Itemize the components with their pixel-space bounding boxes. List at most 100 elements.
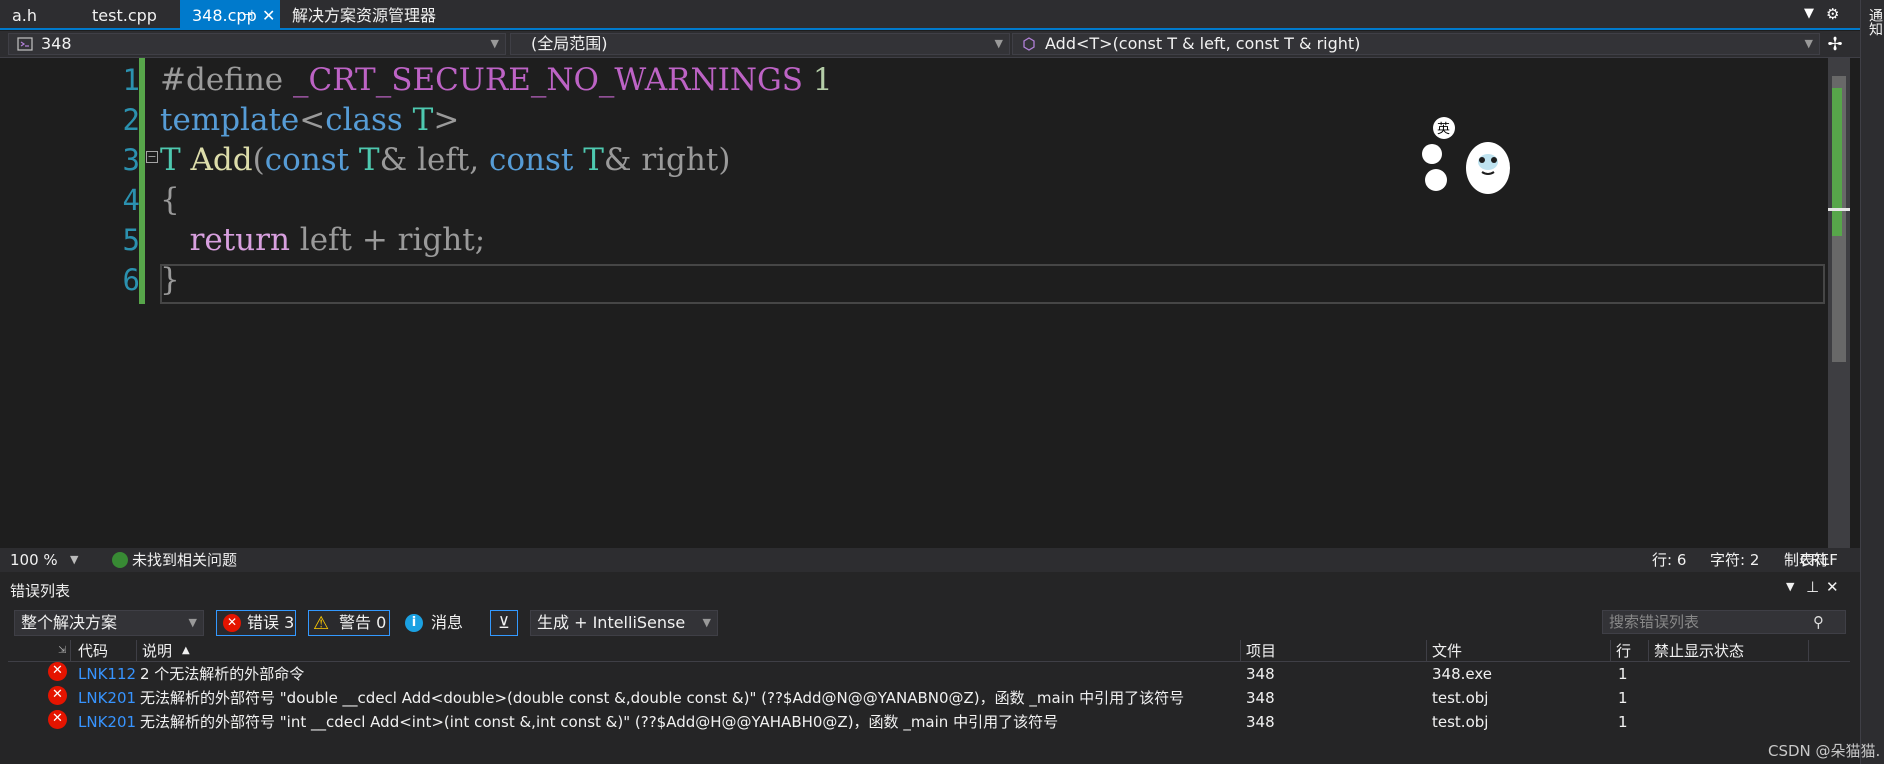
token: T [349, 142, 380, 178]
sort-ascending-icon: ▲ [182, 645, 190, 656]
errors-filter-button[interactable]: ✕ 错误 3 [216, 610, 296, 636]
line-number: 1 [122, 63, 140, 97]
error-code[interactable]: LNK2019 [78, 686, 136, 710]
warning-icon: ⚠ [313, 613, 330, 634]
tab-348-cpp[interactable]: 348.cpp ⊣ ✕ [180, 0, 280, 30]
code-line-6: } [160, 260, 180, 300]
change-overview [1832, 88, 1842, 236]
token: & [603, 142, 642, 178]
error-row[interactable]: ✕ LNK2019 无法解析的外部符号 "int __cdecl Add<int… [8, 710, 1850, 734]
error-project: 348 [1246, 689, 1275, 707]
error-code[interactable]: LNK1120 [78, 662, 136, 686]
info-icon: i [405, 614, 423, 632]
editor-status-bar: 100 % ▼ 未找到相关问题 行: 6 字符: 2 制表符 [0, 548, 1860, 572]
line-indicator: 行: 6 [1652, 551, 1687, 569]
token: _CRT_SECURE_NO_WARNINGS [293, 62, 803, 98]
error-list-panel: 错误列表 ▼ ⊥ ✕ 整个解决方案 ▼ ✕ 错误 3 ⚠ 警告 0 i 消息 0… [0, 572, 1860, 764]
line-number: 5 [122, 223, 140, 257]
error-list-toolbar: 整个解决方案 ▼ ✕ 错误 3 ⚠ 警告 0 i 消息 0 ⊻ 生成 + Int… [0, 606, 1860, 656]
split-window-icon[interactable]: ✢ [1822, 34, 1848, 56]
zoom-level[interactable]: 100 % [10, 548, 58, 572]
tab-solution-explorer[interactable]: 解决方案资源管理器 [280, 0, 460, 30]
error-list-header: 错误列表 ▼ ⊥ ✕ [0, 578, 1860, 602]
code-line-4: { [160, 180, 180, 220]
eol-indicator[interactable]: CRLF [1800, 548, 1838, 572]
token: right [397, 222, 475, 258]
column-description[interactable]: 说明 [142, 640, 172, 662]
chevron-down-icon[interactable]: ▼ [70, 548, 78, 572]
line-number: 3 [122, 143, 140, 177]
scope-name: (全局范围) [531, 34, 608, 53]
pin-icon[interactable]: ⊥ [1806, 578, 1819, 596]
close-icon[interactable]: ✕ [1826, 578, 1839, 596]
sticker-badge: 英 [1437, 122, 1450, 137]
error-line: 1 [1618, 689, 1628, 707]
token: { [160, 182, 180, 218]
token: const [264, 142, 350, 178]
error-line: 1 [1618, 665, 1628, 683]
column-suppression[interactable]: 禁止显示状态 [1654, 640, 1744, 662]
scope-filter-dropdown[interactable]: 整个解决方案 ▼ [14, 610, 204, 636]
error-project: 348 [1246, 713, 1275, 731]
search-icon[interactable]: ⚲ [1813, 611, 1824, 633]
filter-icon[interactable]: ⊻ [490, 610, 518, 636]
project-icon [17, 37, 33, 51]
token: class [325, 102, 403, 138]
panel-title: 错误列表 [10, 582, 71, 600]
change-tracking-bar [139, 58, 145, 304]
close-icon[interactable]: ✕ [262, 0, 275, 32]
token: T [573, 142, 604, 178]
column-line[interactable]: 行 [1616, 640, 1631, 662]
tab-label: test.cpp [92, 6, 157, 25]
token: #define [160, 62, 294, 98]
sort-icon[interactable]: ⇲ [58, 640, 66, 662]
error-list-column-header: ⇲ 代码 说明 ▲ 项目 文件 行 禁止显示状态 [8, 640, 1850, 662]
error-row[interactable]: ✕ LNK1120 2 个无法解析的外部命令 348 348.exe 1 [8, 662, 1850, 686]
document-tab-bar: a.h test.cpp 348.cpp ⊣ ✕ 解决方案资源管理器 ▼ ⚙ [0, 0, 1860, 30]
chevron-down-icon: ▼ [188, 616, 197, 629]
scope-filter-value: 整个解决方案 [21, 613, 118, 632]
token: & [379, 142, 418, 178]
token: + [351, 222, 398, 258]
error-row[interactable]: ✕ LNK2019 无法解析的外部符号 "double __cdecl Add<… [8, 686, 1850, 710]
error-description: 无法解析的外部符号 "double __cdecl Add<double>(do… [140, 689, 1185, 707]
scope-dropdown[interactable]: (全局范围) ▼ [510, 33, 1010, 55]
chevron-down-icon: ▼ [994, 37, 1003, 50]
gear-icon[interactable]: ⚙ [1826, 5, 1839, 23]
column-file[interactable]: 文件 [1432, 640, 1462, 662]
vertical-scrollbar[interactable] [1828, 58, 1850, 548]
tab-test-cpp[interactable]: test.cpp [80, 0, 180, 30]
column-code[interactable]: 代码 [78, 640, 108, 662]
token: right [641, 142, 719, 178]
build-filter-dropdown[interactable]: 生成 + IntelliSense ▼ [530, 610, 718, 636]
code-editor[interactable]: 1 2 3 4 5 6 − #define _CRT_SECURE_NO_WAR… [0, 58, 1860, 548]
messages-filter-button[interactable]: i 消息 0 [400, 610, 478, 656]
warnings-filter-button[interactable]: ⚠ 警告 0 [308, 610, 390, 636]
code-line-2: template<class T> [160, 100, 459, 140]
token: left [417, 142, 470, 178]
sticker-image: 英 [1422, 117, 1510, 194]
error-line: 1 [1618, 713, 1628, 731]
tab-a-h[interactable]: a.h [0, 0, 80, 30]
tab-label: 解决方案资源管理器 [292, 6, 437, 25]
chevron-down-icon[interactable]: ▼ [1786, 580, 1794, 593]
notifications-strip[interactable]: 通知 [1860, 0, 1884, 764]
search-error-list-input[interactable]: 搜索错误列表 ⚲ [1602, 610, 1846, 634]
token: ) [718, 142, 731, 178]
column-project[interactable]: 项目 [1246, 640, 1276, 662]
token: T [402, 102, 434, 138]
pin-icon[interactable]: ⊣ [242, 0, 253, 32]
member-dropdown[interactable]: Add<T>(const T & left, const T & right) … [1012, 33, 1820, 55]
tab-dropdown-icon[interactable]: ▼ [1804, 6, 1814, 21]
token: T [160, 142, 191, 178]
collapse-icon[interactable]: − [146, 151, 158, 163]
project-dropdown[interactable]: 348 ▼ [8, 33, 506, 55]
error-file: 348.exe [1432, 665, 1493, 683]
chevron-down-icon: ▼ [490, 37, 499, 50]
issues-status[interactable]: 未找到相关问题 [132, 548, 237, 572]
error-icon: ✕ [48, 662, 67, 681]
error-description: 2 个无法解析的外部命令 [140, 665, 305, 683]
line-number: 4 [122, 183, 140, 217]
error-code[interactable]: LNK2019 [78, 710, 136, 734]
caret-position-marker [1828, 208, 1850, 211]
